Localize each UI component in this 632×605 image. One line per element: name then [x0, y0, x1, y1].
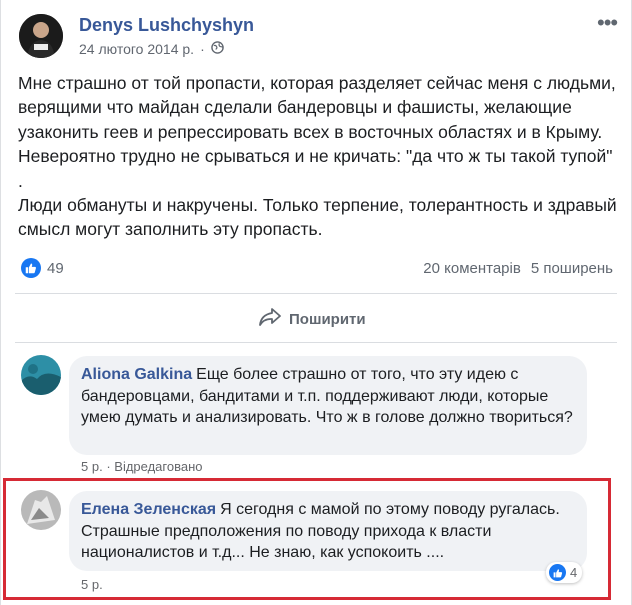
post-stats: 20 коментарів 5 поширень	[423, 260, 613, 277]
comments-count[interactable]: 20 коментарів	[423, 260, 521, 277]
reaction-summary[interactable]: 49	[21, 258, 64, 278]
divider	[15, 293, 617, 294]
post-meta: 24 лютого 2014 р. ·	[79, 41, 224, 57]
divider	[15, 342, 617, 343]
shares-count[interactable]: 5 поширень	[531, 260, 613, 277]
post-text: Мне страшно от той пропасти, которая раз…	[18, 71, 618, 242]
comment-bubble: Елена Зеленская Я сегодня с мамой по этом…	[69, 491, 587, 571]
facebook-post: Denys Lushchyshyn 24 лютого 2014 р. · ••…	[0, 0, 632, 605]
post-date[interactable]: 24 лютого 2014 р.	[79, 41, 194, 57]
comment-edited-label[interactable]: Відредаговано	[114, 459, 202, 474]
comment-author[interactable]: Aliona Galkina	[81, 366, 192, 383]
like-icon	[21, 258, 41, 278]
comment-time[interactable]: 5 р.	[81, 459, 103, 474]
likes-count: 49	[47, 259, 64, 277]
meta-separator: ·	[200, 41, 205, 57]
commenter-avatar[interactable]	[21, 490, 61, 530]
comment-bubble: Aliona Galkina Еще более страшно от того,…	[69, 356, 587, 455]
comment-author[interactable]: Елена Зеленская	[81, 501, 216, 518]
commenter-avatar[interactable]	[21, 355, 61, 395]
more-options-icon[interactable]: •••	[597, 10, 618, 36]
comment-reactions[interactable]: 4	[546, 562, 583, 583]
like-icon	[549, 564, 566, 581]
share-label: Поширити	[289, 310, 366, 328]
share-icon	[259, 308, 281, 330]
comment-meta: 5 р. · Відредаговано	[81, 459, 203, 474]
comment-time[interactable]: 5 р.	[81, 577, 103, 592]
post-paragraph-1: Мне страшно от той пропасти, которая раз…	[18, 73, 616, 191]
post-paragraph-2: Люди обмануты и накручены. Только терпен…	[18, 195, 617, 240]
comment-reaction-count: 4	[570, 565, 578, 580]
share-button[interactable]: Поширити	[259, 308, 366, 330]
author-avatar[interactable]	[19, 14, 63, 58]
meta-separator: ·	[106, 459, 111, 474]
post-author-name[interactable]: Denys Lushchyshyn	[79, 15, 254, 36]
comment-meta: 5 р.	[81, 577, 103, 592]
globe-icon[interactable]	[210, 41, 224, 57]
